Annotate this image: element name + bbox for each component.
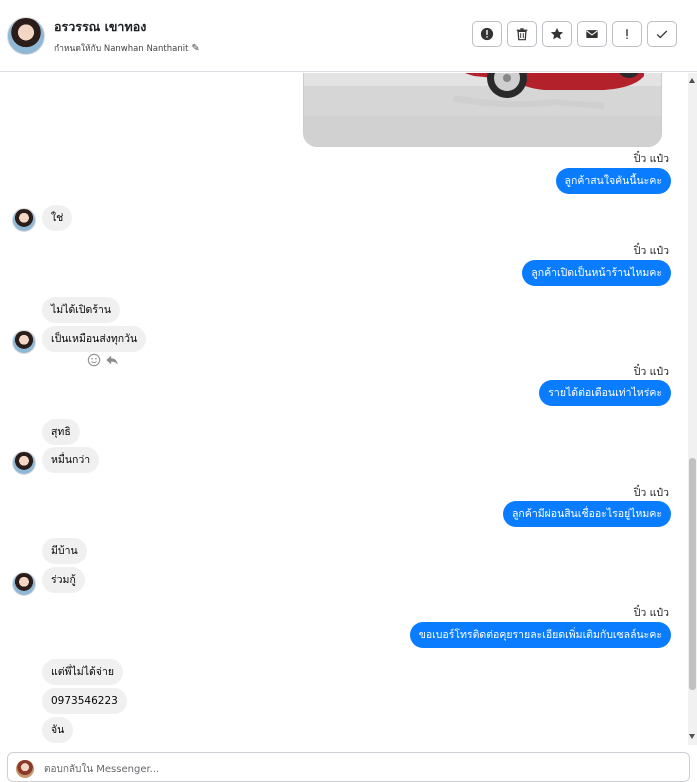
sender-name: ปิ๋ว แป๋ว [633,607,669,619]
reply-input[interactable] [42,759,646,779]
contact-avatar-small [12,208,36,232]
incoming-message[interactable]: จัน [42,717,74,743]
reply-composer [7,752,690,782]
contact-avatar-small [12,451,36,475]
incoming-message[interactable]: หมื่นกว่า [42,447,100,473]
outgoing-message[interactable]: ลูกค้ามีผ่อนสินเชื่ออะไรอยู่ไหมคะ [503,501,671,527]
check-icon [656,30,668,39]
reply-icon[interactable] [105,353,119,367]
incoming-message[interactable]: เป็นเหมือนส่งทุกวัน [42,326,147,352]
pencil-icon[interactable]: ✎ [191,43,199,54]
assignment-info[interactable]: กำหนดให้กับ Nanwhan Nanthanit ✎ [54,41,200,55]
star-icon [550,27,564,40]
incoming-message[interactable]: ร่วมกู้ [42,567,85,593]
alert-circle-icon [480,27,494,41]
sender-name: ปิ๋ว แป๋ว [633,245,669,257]
sender-name: ปิ๋ว แป๋ว [633,366,669,378]
incoming-message[interactable]: ใช่ [42,205,73,231]
contact-avatar[interactable] [7,17,45,55]
outgoing-message[interactable]: ขอเบอร์โทรติดต่อคุยรายละเอียดเพิ่มเติมกั… [409,622,671,648]
car-photo-attachment[interactable] [303,73,662,147]
exclamation-icon [626,29,628,39]
car-image [304,73,661,146]
conversation-toolbar [472,21,677,47]
incoming-message[interactable]: สุทธิ [42,419,80,445]
star-button[interactable] [542,21,572,47]
sender-name: ปิ๋ว แป๋ว [633,487,669,499]
outgoing-message[interactable]: รายได้ต่อเดือนเท่าไหร่คะ [539,380,671,406]
follow-up-button[interactable] [612,21,642,47]
report-spam-button[interactable] [472,21,502,47]
page-avatar [16,760,34,778]
message-actions [87,353,119,367]
assigned-label: กำหนดให้กับ Nanwhan Nanthanit [54,44,189,54]
envelope-icon [586,30,598,38]
sender-name: ปิ๋ว แป๋ว [633,153,669,165]
incoming-message[interactable]: ไม่ได้เปิดร้าน [42,297,121,323]
chat-scrollbar[interactable] [688,73,697,745]
scrollbar-thumb[interactable] [689,458,696,690]
contact-avatar-small [12,572,36,596]
contact-avatar-small [12,330,36,354]
scroll-down-icon[interactable] [689,734,695,739]
mark-unread-button[interactable] [577,21,607,47]
smiley-icon[interactable] [87,353,101,367]
incoming-message[interactable]: 0973546223 [42,688,127,714]
incoming-message[interactable]: แต่พี่ไม่ได้จ่าย [42,659,124,685]
trash-icon [516,28,528,41]
scroll-up-icon[interactable] [689,78,695,83]
outgoing-message[interactable]: ลูกค้าสนใจคันนี้นะคะ [555,168,671,194]
contact-name[interactable]: อรวรรณ เขาทอง [54,17,146,37]
outgoing-message[interactable]: ลูกค้าเปิดเป็นหน้าร้านไหมคะ [522,260,671,286]
delete-button[interactable] [507,21,537,47]
incoming-message[interactable]: มีบ้าน [42,538,87,564]
mark-done-button[interactable] [647,21,677,47]
conversation-header: อรวรรณ เขาทอง กำหนดให้กับ Nanwhan Nantha… [0,0,697,72]
